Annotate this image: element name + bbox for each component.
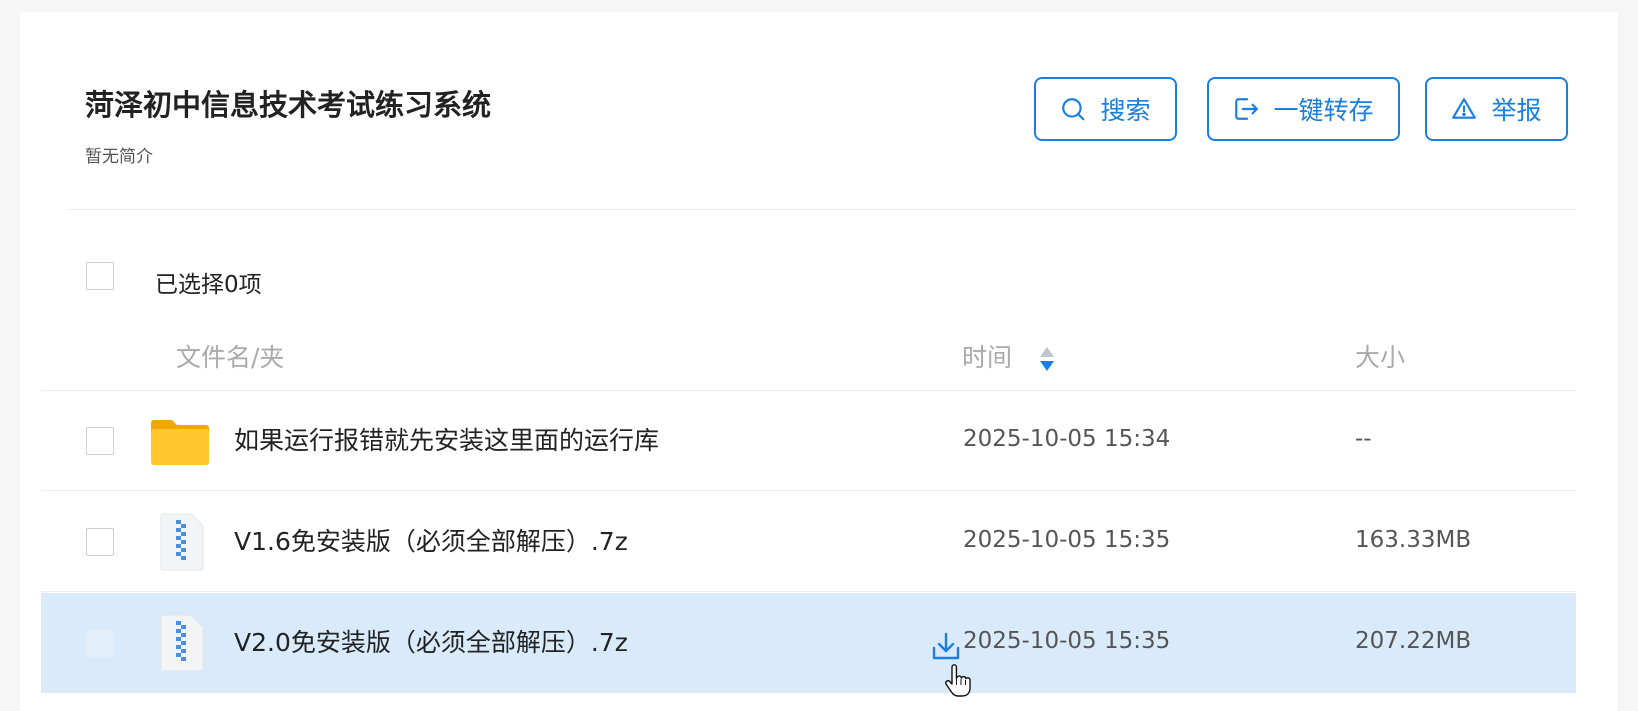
column-header-size: 大小 [1355, 343, 1406, 372]
zip-file-icon [160, 614, 204, 672]
page-description: 暂无简介 [85, 147, 153, 167]
share-page-card: 菏泽初中信息技术考试练习系统 暂无简介 搜索 一键转存 举报 已选择0项 文件名… [20, 12, 1618, 711]
row-checkbox[interactable] [86, 528, 114, 556]
hand-cursor-icon [945, 664, 971, 697]
selected-count: 已选择0项 [155, 272, 262, 298]
file-time: 2025-10-05 15:35 [963, 628, 1171, 654]
page-title: 菏泽初中信息技术考试练习系统 [85, 88, 492, 122]
zip-file-icon [160, 513, 204, 571]
file-size: -- [1355, 426, 1372, 452]
save-to-drive-label: 一键转存 [1273, 96, 1374, 125]
file-row[interactable]: 如果运行报错就先安装这里面的运行库 2025-10-05 15:34 -- [41, 391, 1576, 491]
header-divider [68, 209, 1576, 210]
column-header-time[interactable]: 时间 [962, 338, 1012, 374]
row-checkbox[interactable] [86, 427, 114, 455]
select-all-checkbox[interactable] [86, 262, 114, 290]
warning-icon [1452, 98, 1477, 119]
row-checkbox[interactable] [86, 629, 114, 657]
folder-icon [151, 420, 209, 465]
search-button[interactable]: 搜索 [1034, 77, 1177, 141]
save-to-drive-button[interactable]: 一键转存 [1207, 77, 1400, 141]
file-size: 163.33MB [1355, 527, 1472, 553]
file-row[interactable]: V1.6免安装版（必须全部解压）.7z 2025-10-05 15:35 163… [41, 492, 1576, 592]
file-time: 2025-10-05 15:34 [963, 426, 1171, 452]
export-icon [1235, 98, 1259, 120]
file-name[interactable]: V1.6免安装版（必须全部解压）.7z [234, 522, 628, 558]
search-icon [1062, 98, 1085, 121]
download-icon[interactable] [930, 631, 962, 663]
file-size: 207.22MB [1355, 628, 1472, 654]
report-button[interactable]: 举报 [1425, 77, 1568, 141]
sort-icon[interactable] [1038, 345, 1056, 373]
report-button-label: 举报 [1491, 96, 1542, 125]
file-name[interactable]: V2.0免安装版（必须全部解压）.7z [234, 623, 628, 659]
file-time: 2025-10-05 15:35 [963, 527, 1171, 553]
search-button-label: 搜索 [1100, 96, 1151, 125]
column-header-name: 文件名/夹 [176, 343, 285, 372]
file-row-hovered[interactable]: V2.0免安装版（必须全部解压）.7z 2025-10-05 15:35 207… [41, 593, 1576, 697]
file-name[interactable]: 如果运行报错就先安装这里面的运行库 [234, 421, 659, 457]
